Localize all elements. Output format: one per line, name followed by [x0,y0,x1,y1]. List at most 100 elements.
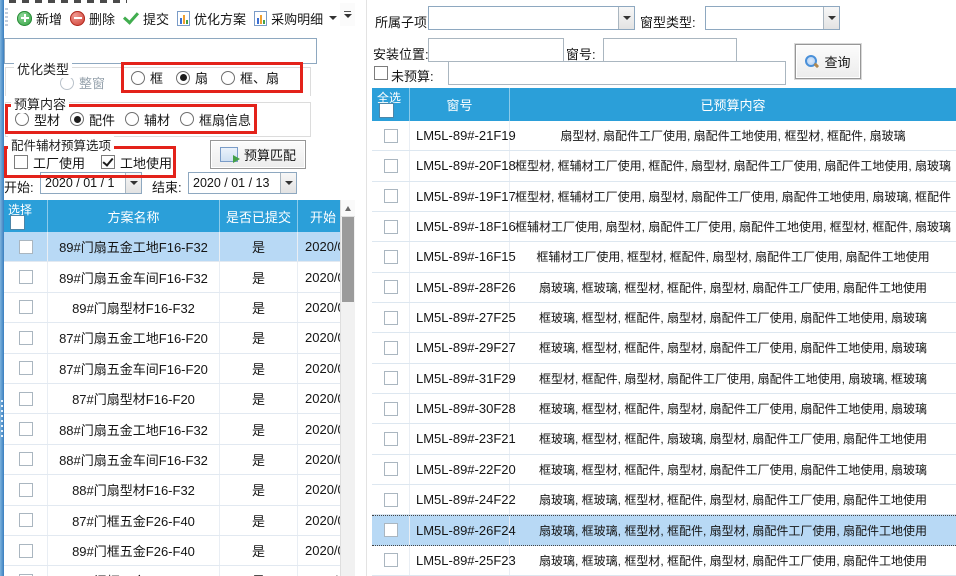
radio-accessory[interactable]: 配件 [70,110,115,129]
plan-table-row[interactable]: 88#门扇五金工地F16-F32是2020/0 [4,414,340,444]
start-column-header[interactable]: 开始 [298,200,340,232]
row-checkbox[interactable] [19,513,33,527]
plan-table-row[interactable]: 87#门扇五金工地F16-F20是2020/0 [4,323,340,353]
budget-table-row[interactable]: LM5L-89#-30F28框玻璃, 框型材, 框配件, 扇型材, 扇配件工厂使… [372,394,956,424]
scrollbar-thumb[interactable] [342,217,354,302]
budget-table-row[interactable]: LM5L-89#-21F19扇型材, 扇配件工厂使用, 扇配件工地使用, 框型材… [372,121,956,151]
select-all-column-header[interactable]: 全选 [372,88,410,121]
toolbar-overflow-button[interactable] [340,3,355,26]
row-checkbox[interactable] [19,452,33,466]
budget-table-row[interactable]: LM5L-89#-28F26扇玻璃, 框玻璃, 框型材, 框配件, 扇型材, 扇… [372,273,956,303]
no-budget-checkbox[interactable] [374,66,388,80]
toolbar-grip[interactable] [5,8,8,28]
row-checkbox[interactable] [384,129,398,143]
row-checkbox[interactable] [384,493,398,507]
window-type-combobox[interactable] [705,6,840,30]
row-checkbox[interactable] [19,483,33,497]
plan-table-row[interactable]: 87#门框五金F26-F40是2020/0 [4,506,340,536]
select-all-checkbox[interactable] [10,215,25,230]
splitter-grip[interactable] [1,400,3,440]
plans-table-scrollbar[interactable] [340,200,355,576]
optimize-plan-button[interactable]: 优化方案 [173,7,250,30]
plan-table-row[interactable]: 89#门扇五金车间F16-F32是2020/0 [4,262,340,292]
report-icon [177,11,190,26]
budget-table-row[interactable]: LM5L-89#-18F16框辅材工厂使用, 扇型材, 扇配件工厂使用, 扇配件… [372,212,956,242]
row-checkbox[interactable] [19,331,33,345]
row-checkbox[interactable] [19,544,33,558]
sub-item-combobox[interactable] [428,6,635,30]
budgeted-content-column-header[interactable]: 已预算内容 [510,88,956,121]
scroll-up-button[interactable] [341,200,355,217]
plan-table-row[interactable]: 87#门扇型材F16-F20是2020/0 [4,384,340,414]
row-checkbox[interactable] [384,371,398,385]
plan-table-row[interactable]: 89#门扇型材F16-F32是2020/0 [4,293,340,323]
row-checkbox[interactable] [19,392,33,406]
row-checkbox[interactable] [19,422,33,436]
row-checkbox[interactable] [384,402,398,416]
report-icon [254,11,267,26]
window-no-column-header[interactable]: 窗号 [410,88,510,121]
date-end-picker[interactable]: 2020 / 01 / 13 [188,172,297,194]
radio-icon [221,71,235,85]
install-position-input[interactable] [428,38,564,62]
combo-dropdown-button[interactable] [618,7,634,29]
row-checkbox[interactable] [384,432,398,446]
plan-table-row[interactable]: 88#门扇五金车间F16-F32是2020/0 [4,445,340,475]
budget-match-label: 预算匹配 [244,145,296,164]
select-all-checkbox[interactable] [379,103,394,118]
row-checkbox[interactable] [384,189,398,203]
plan-table-row[interactable]: 89#门框五金F26-F40是2020/0 [4,536,340,566]
plan-name-column-header[interactable]: 方案名称 [48,200,220,232]
budget-table-row[interactable]: LM5L-89#-24F22扇玻璃, 框玻璃, 框型材, 框配件, 扇型材, 扇… [372,485,956,515]
checkbox-site-use[interactable]: 工地使用 [101,153,172,172]
no-budget-input[interactable] [448,61,786,85]
row-checkbox[interactable] [384,280,398,294]
plan-table-row[interactable]: 88#门框五金F21-F40是2020/0 [4,566,340,576]
radio-frame-sash-info[interactable]: 框扇信息 [180,110,251,129]
row-checkbox[interactable] [384,311,398,325]
window-no-input[interactable] [603,38,737,62]
budget-table-row[interactable]: LM5L-89#-26F24扇玻璃, 框玻璃, 框型材, 框配件, 扇型材, 扇… [372,515,956,545]
radio-auxiliary[interactable]: 辅材 [125,110,170,129]
row-checkbox[interactable] [384,220,398,234]
window-no-cell: LM5L-89#-24F22 [410,485,510,514]
row-checkbox[interactable] [384,341,398,355]
row-checkbox[interactable] [19,361,33,375]
budget-table-row[interactable]: LM5L-89#-19F17框型材, 框辅材工厂使用, 扇型材, 扇配件工厂使用… [372,182,956,212]
budget-table-row[interactable]: LM5L-89#-27F25框玻璃, 框型材, 框配件, 扇型材, 扇配件工厂使… [372,303,956,333]
radio-frame-sash[interactable]: 框、扇 [221,68,279,87]
combo-dropdown-button[interactable] [823,7,839,29]
row-checkbox[interactable] [19,240,33,254]
panel-divider[interactable] [366,0,367,576]
row-checkbox[interactable] [19,300,33,314]
select-column-header[interactable]: 选择 [4,200,48,232]
submitted-cell: 是 [220,293,298,322]
radio-frame[interactable]: 框 [131,68,163,87]
row-checkbox[interactable] [384,462,398,476]
budget-match-button[interactable]: 预算匹配 [210,140,306,169]
row-checkbox[interactable] [19,270,33,284]
purchase-detail-button[interactable]: 采购明细 [250,7,341,30]
delete-button[interactable]: 删除 [66,7,119,30]
budget-table-row[interactable]: LM5L-89#-22F20框玻璃, 框型材, 框配件, 扇型材, 扇配件工厂使… [372,455,956,485]
submit-button[interactable]: 提交 [119,7,173,30]
row-checkbox[interactable] [384,553,398,567]
budget-table-row[interactable]: LM5L-89#-16F15框辅材工厂使用, 框型材, 框配件, 扇型材, 扇配… [372,242,956,272]
date-dropdown-button[interactable] [280,173,296,193]
plan-table-row[interactable]: 89#门扇五金工地F16-F32是2020/0 [4,232,340,262]
submitted-column-header[interactable]: 是否已提交 [220,200,298,232]
plan-table-row[interactable]: 87#门扇五金车间F16-F20是2020/0 [4,354,340,384]
checkbox-factory-use[interactable]: 工厂使用 [14,153,85,172]
budget-table-row[interactable]: LM5L-89#-23F21框玻璃, 框型材, 框配件, 扇玻璃, 扇型材, 扇… [372,424,956,454]
row-checkbox[interactable] [384,159,398,173]
query-button[interactable]: 查询 [795,44,861,79]
row-checkbox[interactable] [384,250,398,264]
budget-table-row[interactable]: LM5L-89#-29F27框玻璃, 框型材, 框配件, 扇型材, 扇配件工厂使… [372,333,956,363]
budget-table-row[interactable]: LM5L-89#-25F23扇玻璃, 框玻璃, 框型材, 框配件, 扇型材, 扇… [372,546,956,576]
budget-table-row[interactable]: LM5L-89#-31F29框型材, 框配件, 扇型材, 扇配件工厂使用, 扇配… [372,364,956,394]
plan-table-row[interactable]: 88#门扇型材F16-F32是2020/0 [4,475,340,505]
row-checkbox[interactable] [384,523,398,537]
radio-sash[interactable]: 扇 [176,68,208,87]
add-button[interactable]: 新增 [13,7,66,30]
budget-table-row[interactable]: LM5L-89#-20F18框型材, 框辅材工厂使用, 框配件, 扇型材, 扇配… [372,151,956,181]
